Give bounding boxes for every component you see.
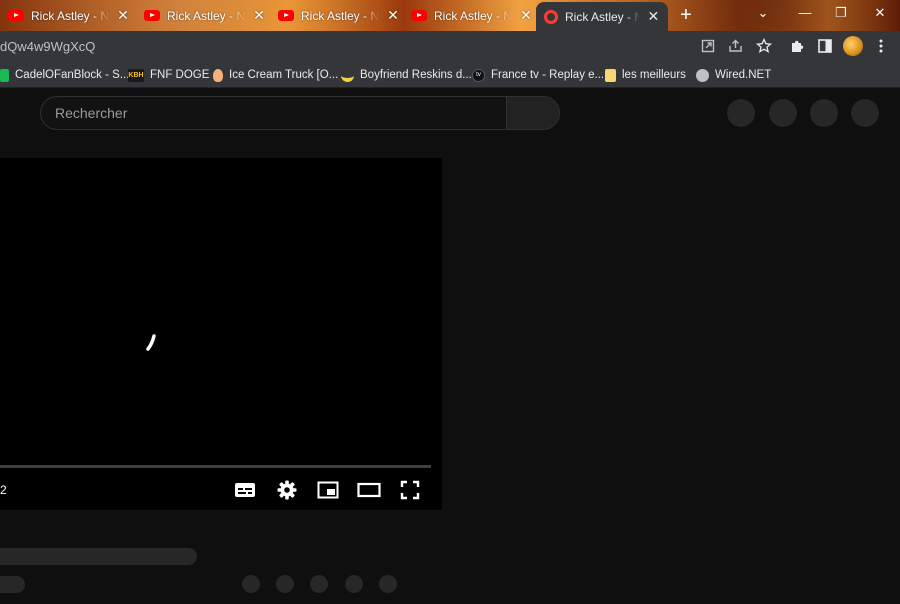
bookmark-label: FNF DOGE [150,69,210,81]
search-button[interactable] [506,96,560,130]
globe-icon [696,68,709,82]
youtube-page: 2 [0,88,900,604]
bookmark-label: Ice Cream Truck [O... [229,69,339,81]
action-skeleton [345,575,363,593]
browser-tab[interactable]: Rick Astley - Never Gonna Give You Up ✕ [136,2,274,29]
progress-bar[interactable] [0,465,431,468]
browser-tab[interactable]: Rick Astley - Never Gonna Give You Up ✕ [403,2,541,29]
bookmark-item[interactable]: CadelOFanBlock - S... [0,66,129,84]
time-display: 2 [0,483,7,497]
action-skeleton [242,575,260,593]
settings-gear-icon[interactable] [275,478,299,502]
bookmark-label: Boyfriend Reskins d... [360,69,472,81]
title-skeleton [0,548,197,565]
miniplayer-icon[interactable] [316,478,340,502]
ice-cream-icon [213,68,223,82]
bookmark-label: les meilleurs [622,69,686,81]
restore-icon[interactable]: ❐ [831,5,851,25]
bookmark-item[interactable]: Wired.NET [696,66,771,84]
bookmark-item[interactable]: tv France tv - Replay e... [472,66,604,84]
banana-icon [341,69,354,82]
header-placeholder-icon[interactable] [769,99,797,127]
subtitles-icon[interactable] [233,478,257,502]
bookmark-item[interactable]: KBH FNF DOGE [128,66,209,84]
tab-title: Rick Astley - Never Gonna Give You Up [565,9,640,24]
youtube-icon [278,10,294,21]
close-tab-icon[interactable]: ✕ [116,7,130,24]
profile-avatar[interactable] [843,36,863,56]
close-tab-icon[interactable]: ✕ [252,7,266,24]
bookmark-label: Wired.NET [715,69,772,81]
action-skeleton [310,575,328,593]
bookmark-item[interactable]: les meilleurs [605,66,686,84]
minimize-icon[interactable]: — [795,5,815,25]
bookmarks-bar: CadelOFanBlock - S... KBH FNF DOGE Ice C… [0,61,900,88]
address-bar-url[interactable]: dQw4w9WgXcQ [0,39,95,54]
header-placeholder-icon[interactable] [810,99,838,127]
side-panel-icon[interactable] [815,36,835,56]
close-tab-icon[interactable]: ✕ [647,8,660,25]
loading-ring-icon [544,9,558,24]
bookmark-star-icon[interactable] [754,36,774,56]
search-box [40,96,506,130]
loading-spinner-icon [146,334,156,351]
tab-title: Rick Astley - Never Gonna Give You Up [301,8,379,23]
france-tv-icon: tv [472,68,485,82]
youtube-icon [411,10,427,21]
kbh-icon: KBH [128,68,144,82]
header-placeholder-icon[interactable] [727,99,755,127]
video-player[interactable]: 2 [0,158,442,510]
fullscreen-icon[interactable] [398,478,422,502]
open-in-app-icon[interactable] [698,36,718,56]
theater-mode-icon[interactable] [357,478,381,502]
browser-toolbar: dQw4w9WgXcQ [0,31,900,61]
green-s-icon [0,68,9,82]
bookmark-label: France tv - Replay e... [491,69,605,81]
tab-title: Rick Astley - Never Gonna Give You Up [434,8,512,23]
action-skeleton [276,575,294,593]
tab-strip: Rick Astley - Never Gonna Give You Up ✕ … [0,0,900,31]
browser-tab[interactable]: Rick Astley - Never Gonna Give You Up ✕ [270,2,408,29]
close-window-icon[interactable]: ✕ [870,5,890,25]
extensions-puzzle-icon[interactable] [788,36,808,56]
new-tab-icon[interactable]: + [675,5,697,27]
avatar-placeholder[interactable] [851,99,879,127]
close-tab-icon[interactable]: ✕ [386,7,400,24]
chevron-down-icon[interactable]: ⌄ [753,5,773,25]
browser-tab[interactable]: Rick Astley - Never Gonna Give You Up ✕ [0,2,138,29]
tab-title: Rick Astley - Never Gonna Give You Up [31,8,109,23]
action-skeleton [379,575,397,593]
folder-icon [605,68,616,82]
search-input[interactable] [41,97,506,129]
bookmark-item[interactable]: Boyfriend Reskins d... [341,66,472,84]
channel-skeleton [0,576,25,593]
youtube-icon [144,10,160,21]
browser-tab-active[interactable]: Rick Astley - Never Gonna Give You Up ✕ [536,2,668,31]
close-tab-icon[interactable]: ✕ [519,7,533,24]
bookmark-label: CadelOFanBlock - S... [15,69,130,81]
bookmark-item[interactable]: Ice Cream Truck [O... [213,66,338,84]
youtube-icon [8,10,24,21]
share-icon[interactable] [726,36,746,56]
tab-title: Rick Astley - Never Gonna Give You Up [167,8,245,23]
menu-kebab-icon[interactable] [871,36,891,56]
